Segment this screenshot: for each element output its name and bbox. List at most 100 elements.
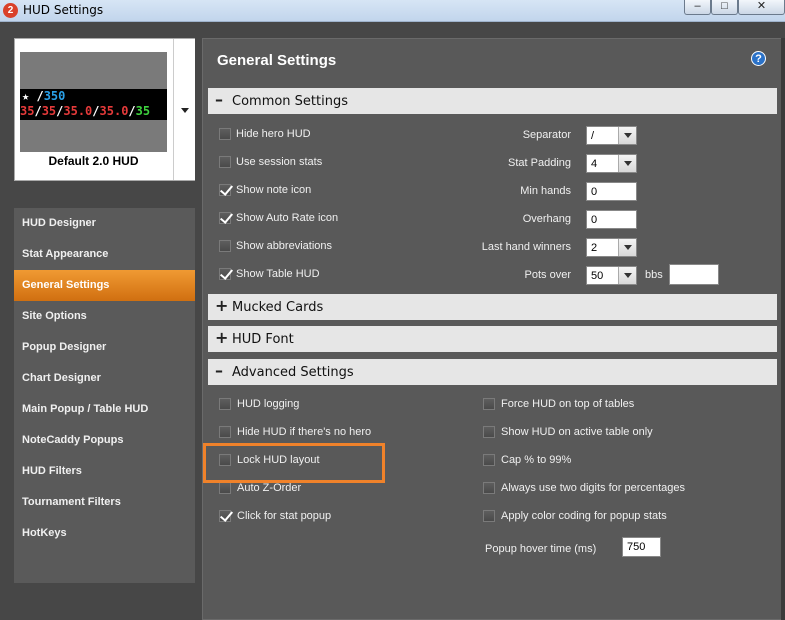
nav-item-hotkeys[interactable]: HotKeys (14, 518, 195, 549)
preview-stat: 35.0 (63, 104, 93, 118)
checkbox-hide-hud-no-hero[interactable] (219, 426, 231, 438)
preview-sep: / (29, 89, 44, 103)
chevron-down-icon[interactable] (618, 155, 636, 172)
minimize-button[interactable]: – (684, 0, 711, 15)
expand-icon: + (215, 296, 229, 315)
checkbox-show-auto-rate-icon[interactable] (219, 212, 231, 224)
nav-item-stat-appearance[interactable]: Stat Appearance (14, 239, 195, 270)
section-advanced-settings[interactable]: – Advanced Settings (208, 359, 777, 385)
highlight-annotation (203, 443, 385, 483)
separator-label: Separator (522, 129, 571, 141)
nav-item-notecaddy-popups[interactable]: NoteCaddy Popups (14, 425, 195, 456)
app-icon: 2 (3, 3, 18, 18)
checkbox-show-note-icon[interactable] (219, 184, 231, 196)
page-title: General Settings (217, 52, 337, 69)
select-value: 50 (591, 270, 604, 282)
select-value: 4 (591, 158, 598, 170)
nav-item-general-settings[interactable]: General Settings (14, 270, 195, 301)
checkbox-label: Hide hero HUD (236, 128, 311, 140)
settings-panel: General Settings ? – Common Settings Hid… (202, 38, 785, 620)
last-hand-winners-select[interactable]: 2 (586, 238, 637, 257)
section-title: HUD Font (232, 332, 294, 347)
nav-item-site-options[interactable]: Site Options (14, 301, 195, 332)
min-hands-label: Min hands (520, 185, 571, 197)
maximize-button[interactable]: □ (711, 0, 738, 15)
select-value: 2 (591, 242, 598, 254)
popup-hover-time-label: Popup hover time (ms) (485, 543, 597, 555)
scrollbar[interactable] (781, 38, 785, 620)
checkbox-hide-hero-hud[interactable] (219, 128, 231, 140)
last-hand-winners-label: Last hand winners (481, 241, 571, 253)
nav-item-hud-designer[interactable]: HUD Designer (14, 208, 195, 239)
expand-icon: + (215, 328, 229, 347)
separator-select[interactable]: / (586, 126, 637, 145)
preview-stat: 35 (135, 104, 151, 118)
chevron-down-icon[interactable] (618, 239, 636, 256)
section-hud-font[interactable]: + HUD Font (208, 326, 777, 352)
title-bar: 2 HUD Settings – □ ✕ (0, 0, 785, 22)
hud-preview-line1: ★ /350 (22, 89, 65, 103)
chevron-down-icon[interactable] (618, 267, 636, 284)
stat-padding-select[interactable]: 4 (586, 154, 637, 173)
checkbox-label: Show abbreviations (236, 240, 333, 252)
checkbox-use-session-stats[interactable] (219, 156, 231, 168)
checkbox-label: Cap % to 99% (501, 454, 572, 466)
nav-item-popup-designer[interactable]: Popup Designer (14, 332, 195, 363)
input-value: 750 (627, 541, 646, 553)
checkbox-hud-logging[interactable] (219, 398, 231, 410)
checkbox-label: Use session stats (236, 156, 323, 168)
input-value: 0 (591, 186, 598, 198)
section-mucked-cards[interactable]: + Mucked Cards (208, 294, 777, 320)
nav-item-main-popup[interactable]: Main Popup / Table HUD (14, 394, 195, 425)
settings-nav: HUD Designer Stat Appearance General Set… (14, 208, 195, 583)
checkbox-show-abbreviations[interactable] (219, 240, 231, 252)
checkbox-label: Show Table HUD (236, 268, 320, 280)
collapse-icon: – (215, 361, 223, 380)
nav-item-chart-designer[interactable]: Chart Designer (14, 363, 195, 394)
checkbox-label: Apply color coding for popup stats (501, 510, 667, 522)
pots-over-extra-input[interactable] (669, 264, 719, 285)
overhang-input[interactable]: 0 (586, 210, 637, 229)
section-title: Common Settings (232, 94, 349, 109)
preview-stat: 35.0 (99, 104, 129, 118)
checkbox-label: Click for stat popup (237, 510, 332, 522)
hud-preview-line2: 35/35/35.0/35.0/35 (20, 104, 150, 118)
collapse-icon: – (215, 90, 223, 109)
checkbox-show-table-hud[interactable] (219, 268, 231, 280)
preview-sep: / (34, 104, 42, 118)
close-button[interactable]: ✕ (738, 0, 785, 15)
checkbox-two-digits[interactable] (483, 482, 495, 494)
profile-dropdown-button[interactable] (173, 39, 195, 180)
checkbox-auto-z-order[interactable] (219, 482, 231, 494)
pots-over-select[interactable]: 50 (586, 266, 637, 285)
nav-item-hud-filters[interactable]: HUD Filters (14, 456, 195, 487)
checkbox-color-coding-popup[interactable] (483, 510, 495, 522)
checkbox-click-for-stat-popup[interactable] (219, 510, 231, 522)
chevron-down-icon[interactable] (618, 127, 636, 144)
section-common-settings[interactable]: – Common Settings (208, 88, 777, 114)
popup-hover-time-input[interactable]: 750 (622, 537, 661, 557)
preview-sep: / (92, 104, 100, 118)
checkbox-label: Auto Z-Order (237, 482, 302, 494)
checkbox-label: Always use two digits for percentages (501, 482, 686, 494)
overhang-label: Overhang (522, 213, 571, 225)
select-value: / (591, 130, 595, 142)
checkbox-cap-percent[interactable] (483, 454, 495, 466)
hud-preview-image: ★ /350 35/35/35.0/35.0/35 (20, 52, 167, 152)
checkbox-label: Force HUD on top of tables (501, 398, 635, 410)
pots-over-label: Pots over (524, 269, 571, 281)
profile-name: Default 2.0 HUD (48, 154, 139, 168)
checkbox-show-hud-active-table[interactable] (483, 426, 495, 438)
checkbox-label: Hide HUD if there's no hero (237, 426, 372, 438)
preview-stat: 35 (41, 104, 57, 118)
nav-item-tournament-filters[interactable]: Tournament Filters (14, 487, 195, 518)
help-icon[interactable]: ? (751, 51, 766, 66)
min-hands-input[interactable]: 0 (586, 182, 637, 201)
checkbox-label: Show note icon (236, 184, 312, 196)
section-title: Mucked Cards (232, 300, 324, 315)
preview-sep: / (128, 104, 136, 118)
stat-padding-label: Stat Padding (508, 157, 571, 169)
checkbox-force-hud-on-top[interactable] (483, 398, 495, 410)
checkbox-label: Show HUD on active table only (501, 426, 653, 438)
hud-profile-selector[interactable]: ★ /350 35/35/35.0/35.0/35 Default 2.0 HU… (14, 38, 195, 181)
